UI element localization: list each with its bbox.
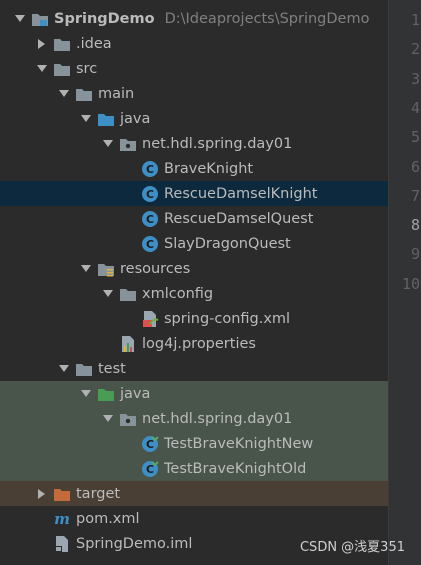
class-icon: C [141, 160, 159, 178]
project-path: D:\Ideaprojects\SpringDemo [164, 10, 370, 27]
line-number: 10 [401, 274, 420, 293]
tree-row[interactable]: log4j.properties [0, 331, 388, 356]
line-number: 8 [410, 216, 420, 235]
tree-item-label: spring-config.xml [164, 310, 291, 327]
package-icon [119, 410, 137, 428]
tree-item-label: src [76, 60, 98, 77]
tree-item-label: net.hdl.spring.day01 [142, 410, 293, 427]
tree-item-label: TestBraveKnightNew [164, 435, 314, 452]
svg-text:C: C [146, 238, 154, 251]
tree-row[interactable]: C TestBraveKnightNew [0, 431, 388, 456]
excluded-folder-icon [53, 485, 71, 503]
tree-row[interactable]: net.hdl.spring.day01 [0, 131, 388, 156]
line-number: 4 [410, 98, 420, 117]
tree-item-label: SpringDemo [54, 10, 155, 27]
tree-row[interactable]: C BraveKnight [0, 156, 388, 181]
iml-file-icon [53, 535, 71, 553]
chevron-down-icon[interactable] [100, 286, 116, 302]
test-root-folder-icon [97, 385, 115, 403]
properties-file-icon [119, 335, 137, 353]
line-number: 6 [410, 157, 420, 176]
class-icon: C [141, 235, 159, 253]
tree-row[interactable]: C RescueDamselQuest [0, 206, 388, 231]
editor-gutter: 1 2 3 4 5 6 7 8 9 10 [388, 0, 421, 565]
maven-icon: m [53, 510, 71, 528]
svg-text:C: C [146, 188, 154, 201]
chevron-down-icon[interactable] [12, 11, 28, 27]
line-number: 9 [410, 245, 420, 264]
watermark: CSDN @浅夏351 [299, 540, 405, 555]
tree-item-label: log4j.properties [142, 335, 256, 352]
tree-item-label: target [76, 485, 121, 502]
chevron-down-icon[interactable] [34, 61, 50, 77]
test-class-icon: C [141, 435, 159, 453]
svg-text:C: C [146, 213, 154, 226]
tree-item-label: SlayDragonQuest [164, 235, 291, 252]
test-class-icon: C [141, 460, 159, 478]
chevron-down-icon[interactable] [78, 111, 94, 127]
class-icon: C [141, 210, 159, 228]
tree-row[interactable]: C TestBraveKnightOld [0, 456, 388, 481]
tree-row[interactable]: src [0, 56, 388, 81]
tree-row[interactable]: .idea [0, 31, 388, 56]
tree-item-label: java [120, 385, 151, 402]
line-number: 7 [410, 186, 420, 205]
tree-row[interactable]: spring-config.xml [0, 306, 388, 331]
line-number: 2 [410, 40, 420, 59]
tree-item-label: resources [120, 260, 191, 277]
tree-item-label: TestBraveKnightOld [164, 460, 307, 477]
chevron-right-icon[interactable] [34, 36, 50, 52]
package-icon [119, 135, 137, 153]
tree-row[interactable]: m pom.xml [0, 506, 388, 531]
tree-row[interactable]: net.hdl.spring.day01 [0, 406, 388, 431]
tree-row[interactable]: java [0, 106, 388, 131]
project-tree: SpringDemo D:\Ideaprojects\SpringDemo .ide… [0, 0, 388, 565]
folder-icon [53, 60, 71, 78]
tree-row[interactable]: test [0, 356, 388, 381]
tree-row[interactable]: target [0, 481, 388, 506]
spring-xml-icon [141, 310, 159, 328]
tree-item-label: xmlconfig [142, 285, 214, 302]
tree-item-label: RescueDamselKnight [164, 185, 318, 202]
tree-row[interactable]: java [0, 381, 388, 406]
project-folder-icon [31, 10, 49, 28]
chevron-down-icon[interactable] [56, 86, 72, 102]
tree-row[interactable]: C SlayDragonQuest [0, 231, 388, 256]
line-number: 1 [410, 11, 420, 29]
chevron-down-icon[interactable] [78, 386, 94, 402]
tree-item-label: BraveKnight [164, 160, 254, 177]
tree-row[interactable]: C RescueDamselKnight [0, 181, 388, 206]
tree-row[interactable]: resources [0, 256, 388, 281]
tree-item-label: pom.xml [76, 510, 140, 527]
folder-icon [75, 360, 93, 378]
tree-row[interactable]: xmlconfig [0, 281, 388, 306]
chevron-right-icon[interactable] [34, 486, 50, 502]
svg-text:m: m [54, 510, 70, 528]
folder-icon [119, 285, 137, 303]
tree-item-label: main [98, 85, 135, 102]
tree-item-label: .idea [76, 35, 112, 52]
resources-folder-icon [97, 260, 115, 278]
tree-item-label: net.hdl.spring.day01 [142, 135, 293, 152]
folder-icon [53, 35, 71, 53]
tree-item-label: java [120, 110, 151, 127]
tree-item-label: RescueDamselQuest [164, 210, 314, 227]
chevron-down-icon[interactable] [78, 261, 94, 277]
tree-row[interactable]: main [0, 81, 388, 106]
chevron-down-icon[interactable] [56, 361, 72, 377]
line-number: 5 [410, 128, 420, 147]
line-number: 3 [410, 69, 420, 88]
class-icon: C [141, 185, 159, 203]
svg-text:C: C [146, 463, 154, 476]
source-root-folder-icon [97, 110, 115, 128]
svg-text:C: C [146, 163, 154, 176]
tree-row[interactable]: SpringDemo D:\Ideaprojects\SpringDemo [0, 6, 388, 31]
chevron-down-icon[interactable] [100, 411, 116, 427]
svg-text:C: C [146, 438, 154, 451]
chevron-down-icon[interactable] [100, 136, 116, 152]
tree-item-label: test [98, 360, 126, 377]
folder-icon [75, 85, 93, 103]
tree-item-label: SpringDemo.iml [76, 535, 193, 552]
